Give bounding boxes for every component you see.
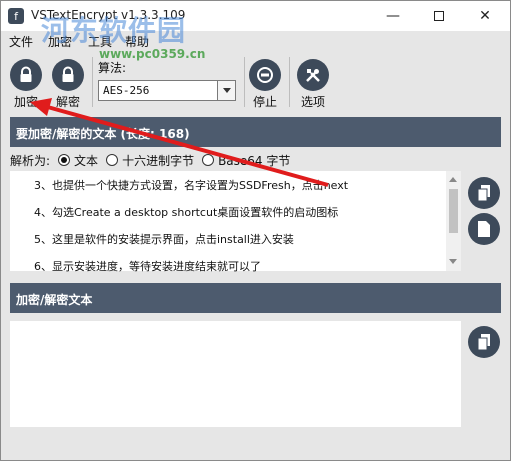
arrow-head xyxy=(30,98,52,116)
annotation-arrow xyxy=(30,98,329,187)
arrow-line xyxy=(43,104,329,187)
